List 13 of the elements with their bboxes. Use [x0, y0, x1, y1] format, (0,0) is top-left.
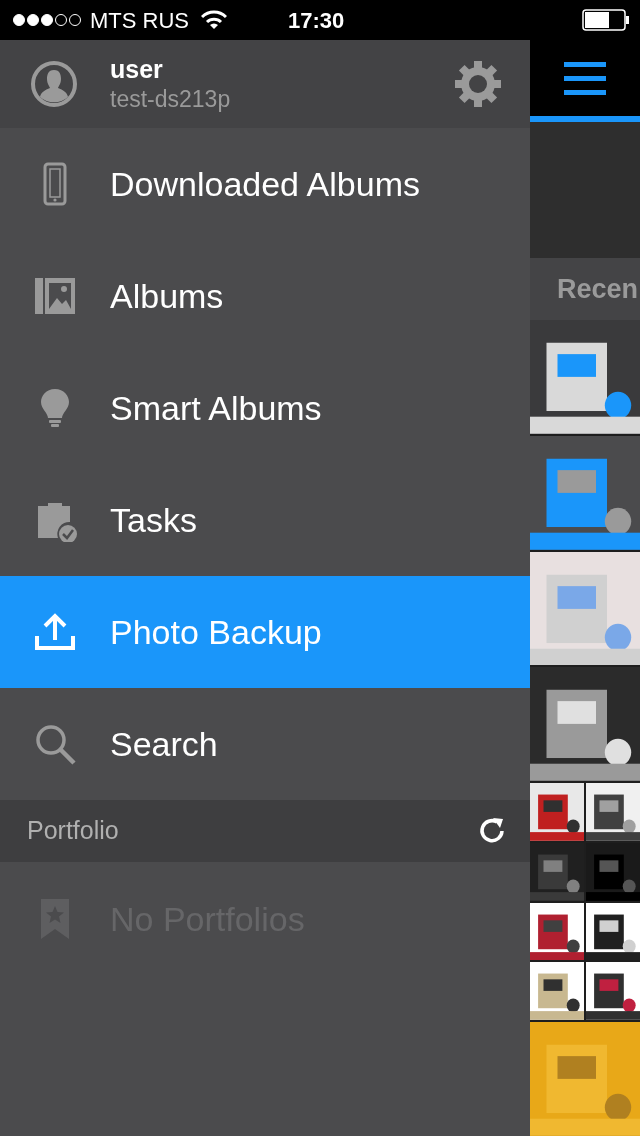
menu-icon[interactable] [564, 60, 606, 96]
settings-icon[interactable] [454, 60, 502, 108]
search-icon [33, 722, 77, 766]
user-avatar-icon [30, 60, 78, 108]
carrier: MTS RUS [90, 6, 189, 35]
signal-icon [12, 13, 82, 27]
section-title: Portfolio [27, 815, 119, 847]
recent-title: Recen [557, 272, 639, 306]
user-name: user [110, 54, 164, 84]
wifi-icon [201, 10, 227, 30]
server-name: test-ds213p [110, 85, 232, 114]
clock: 17:30 [288, 6, 345, 35]
battery-icon [582, 9, 630, 31]
